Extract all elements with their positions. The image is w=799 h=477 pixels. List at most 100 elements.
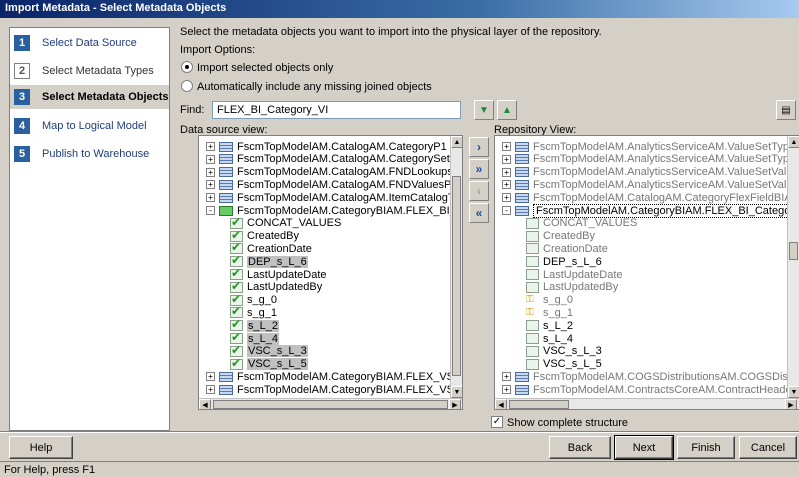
expand-icon[interactable]: + [502, 193, 511, 203]
remove-button[interactable]: ‹ [469, 181, 489, 201]
tree-column-node[interactable]: LastUpdatedBy [526, 281, 618, 294]
include-joined-label[interactable]: Automatically include any missing joined… [197, 81, 432, 93]
tree-column-node[interactable]: s_L_4 [526, 332, 573, 345]
tree-table-node[interactable]: + FscmTopModelAM.AnalyticsServiceAM.Value… [502, 178, 799, 191]
tree-column-node[interactable]: VSC_s_L_5 [526, 358, 602, 371]
import-selected-radio[interactable] [181, 61, 193, 73]
tree-column-node[interactable]: DEP_s_L_6 [526, 255, 602, 268]
tree-table-node[interactable]: + FscmTopModelAM.CatalogAM.CategoryFlexFi… [502, 191, 799, 204]
scroll-up-button[interactable]: ▲ [451, 136, 462, 148]
cancel-button[interactable]: Cancel [739, 436, 797, 459]
repository-hscrollbar[interactable]: ◀ ▶ [495, 398, 799, 409]
tree-table-node[interactable]: + FscmTopModelAM.CategoryBIAM.FLEX_VS_MIN… [206, 383, 462, 396]
tree-node-label: VSC_s_L_3 [247, 345, 308, 358]
tree-column-node[interactable]: VSC_s_L_3 [526, 345, 602, 358]
tree-column-node[interactable]: VSC_s_L_5 [230, 356, 308, 371]
tree-column-node[interactable]: CONCAT_VALUES [526, 217, 637, 230]
expand-icon[interactable]: + [206, 385, 215, 395]
tree-column-node[interactable]: VSC_s_L_3 [230, 343, 308, 358]
tree-table-node[interactable]: + FscmTopModelAM.AnalyticsServiceAM.Value… [502, 140, 799, 153]
hscroll-thumb[interactable] [509, 400, 569, 409]
expand-icon[interactable]: + [206, 142, 215, 151]
tree-table-node[interactable]: + FscmTopModelAM.ContractsCoreAM.Contract… [502, 383, 799, 396]
expand-icon[interactable]: + [206, 180, 215, 190]
step-select-metadata-types[interactable]: 2 Select Metadata Types [10, 59, 169, 83]
tree-column-node[interactable]: CreationDate [230, 240, 312, 255]
expand-icon[interactable]: + [502, 167, 511, 177]
tree-column-node[interactable]: s_L_2 [526, 319, 573, 332]
expand-icon[interactable]: + [206, 372, 215, 382]
hscroll-thumb[interactable] [213, 400, 448, 409]
find-next-button[interactable]: ▼ [474, 100, 494, 120]
tree-column-node[interactable]: CreationDate [526, 242, 608, 255]
collapse-icon[interactable]: - [502, 206, 511, 215]
step-map-to-logical-model[interactable]: 4 Map to Logical Model [10, 114, 169, 138]
scroll-down-button[interactable]: ▼ [451, 386, 462, 398]
tree-column-node[interactable]: LastUpdateDate [230, 266, 327, 281]
tree-column-node[interactable]: DEP_s_L_6 [230, 253, 308, 268]
show-complete-structure-label[interactable]: Show complete structure [507, 417, 628, 429]
scroll-thumb[interactable] [789, 242, 798, 260]
column-icon [526, 243, 539, 255]
scroll-thumb[interactable] [452, 176, 461, 376]
tree-table-node[interactable]: + FscmTopModelAM.CatalogAM.FNDLookupsP1 [206, 166, 462, 179]
step-select-data-source[interactable]: 1 Select Data Source [10, 31, 169, 55]
find-prev-button[interactable]: ▲ [497, 100, 517, 120]
next-button[interactable]: Next [614, 435, 674, 460]
scroll-down-button[interactable]: ▼ [788, 386, 799, 398]
find-input[interactable]: FLEX_BI_Category_VI [212, 101, 461, 119]
expand-icon[interactable]: + [502, 372, 511, 382]
tree-column-node[interactable]: LastUpdatedBy [230, 279, 322, 294]
tree-table-node[interactable]: + FscmTopModelAM.CatalogAM.FNDValuesP1 [206, 178, 457, 191]
expand-icon[interactable]: + [502, 142, 511, 151]
include-joined-radio[interactable] [181, 80, 193, 92]
expand-icon[interactable]: + [502, 385, 511, 395]
table-icon [219, 371, 233, 382]
tree-column-node[interactable]: ⚿ s_g_0 [526, 294, 573, 307]
scroll-right-button[interactable]: ▶ [785, 399, 797, 409]
tree-column-node[interactable]: LastUpdateDate [526, 268, 623, 281]
expand-icon[interactable]: + [206, 193, 215, 203]
tree-table-node[interactable]: + FscmTopModelAM.CategoryBIAM.FLEX_VS_BAS… [206, 370, 462, 383]
collapse-icon[interactable]: - [206, 206, 215, 215]
scroll-left-button[interactable]: ◀ [495, 399, 507, 409]
repository-vscrollbar[interactable]: ▲ ▼ [787, 136, 799, 398]
tree-column-node[interactable]: CONCAT_VALUES [230, 215, 341, 230]
step-publish-to-warehouse[interactable]: 5 Publish to Warehouse [10, 142, 169, 166]
tree-node-label: FscmTopModelAM.AnalyticsServiceAM.ValueS… [533, 166, 799, 179]
tree-table-node[interactable]: + FscmTopModelAM.CatalogAM.CategoryP1 [206, 140, 447, 153]
finish-button[interactable]: Finish [677, 436, 735, 459]
data-source-tree[interactable]: + FscmTopModelAM.CatalogAM.CategoryP1 + Fsc… [198, 135, 463, 410]
add-button[interactable]: › [469, 137, 489, 157]
step-label: Publish to Warehouse [42, 148, 150, 160]
show-complete-structure-checkbox[interactable]: ✓ [491, 416, 503, 428]
scroll-right-button[interactable]: ▶ [449, 399, 461, 409]
tree-table-node[interactable]: - FscmTopModelAM.CategoryBIAM.FLEX_BI_Cat… [502, 203, 799, 218]
tree-table-node[interactable]: + FscmTopModelAM.AnalyticsServiceAM.Value… [502, 153, 799, 166]
data-source-vscrollbar[interactable]: ▲ ▼ [450, 136, 462, 398]
column-icon [526, 281, 539, 293]
expand-icon[interactable]: + [206, 167, 215, 177]
tree-table-node[interactable]: + FscmTopModelAM.CatalogAM.ItemCatalogTLP… [206, 191, 462, 204]
tree-column-node[interactable]: ⚿ s_g_1 [526, 306, 573, 319]
back-button[interactable]: Back [549, 436, 611, 459]
tree-node-label: CreatedBy [247, 230, 299, 243]
help-button[interactable]: Help [9, 436, 73, 459]
expand-icon[interactable]: + [502, 154, 511, 164]
properties-button[interactable]: ▤ [776, 100, 796, 120]
repository-tree[interactable]: + FscmTopModelAM.AnalyticsServiceAM.Value… [494, 135, 799, 410]
add-all-button[interactable]: » [469, 159, 489, 179]
tree-table-node[interactable]: - FscmTopModelAM.CategoryBIAM.FLEX_BI_Cat… [206, 204, 462, 217]
expand-icon[interactable]: + [206, 154, 215, 164]
remove-all-button[interactable]: « [469, 203, 489, 223]
expand-icon[interactable]: + [502, 180, 511, 190]
scroll-up-button[interactable]: ▲ [788, 136, 799, 148]
data-source-hscrollbar[interactable]: ◀ ▶ [199, 398, 462, 409]
tree-table-node[interactable]: + FscmTopModelAM.CatalogAM.CategorySetsP1 [206, 153, 462, 166]
tree-table-node[interactable]: + FscmTopModelAM.COGSDistributionsAM.COGS… [502, 370, 799, 383]
step-select-metadata-objects[interactable]: 3 Select Metadata Objects [10, 85, 169, 109]
tree-table-node[interactable]: + FscmTopModelAM.AnalyticsServiceAM.Value… [502, 166, 799, 179]
scroll-left-button[interactable]: ◀ [199, 399, 211, 409]
import-selected-label[interactable]: Import selected objects only [197, 62, 333, 74]
tree-column-node[interactable]: CreatedBy [526, 230, 595, 243]
